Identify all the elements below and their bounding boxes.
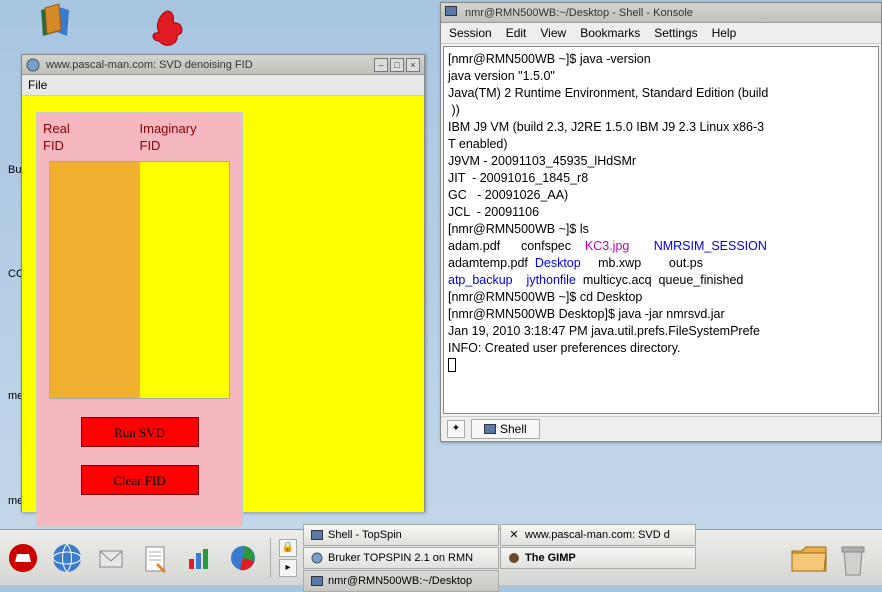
trash-launcher[interactable] xyxy=(836,541,878,575)
folder-launcher[interactable] xyxy=(788,541,830,575)
tab-shell[interactable]: Shell xyxy=(471,419,540,439)
gimp-icon xyxy=(507,551,521,565)
konsole-titlebar[interactable]: nmr@RMN500WB:~/Desktop - Shell - Konsole xyxy=(441,3,881,23)
fid-panel: Real FID Imaginary FID Run SVD Clear FID xyxy=(36,112,243,527)
run-svd-button[interactable]: Run SVD xyxy=(81,417,199,447)
task-list: Shell - TopSpin ✕ www.pascal-man.com: SV… xyxy=(303,524,782,592)
svd-menubar: File xyxy=(22,75,424,96)
terminal-icon xyxy=(310,528,324,542)
window-title: nmr@RMN500WB:~/Desktop - Shell - Konsole xyxy=(465,7,877,19)
imag-fid-label: Imaginary FID xyxy=(140,121,237,155)
menu-bookmarks[interactable]: Bookmarks xyxy=(580,26,640,40)
svd-titlebar[interactable]: www.pascal-man.com: SVD denoising FID – … xyxy=(22,55,424,75)
window-title: www.pascal-man.com: SVD denoising FID xyxy=(46,59,374,71)
start-menu-button[interactable] xyxy=(4,539,42,577)
editor-launcher[interactable] xyxy=(136,539,174,577)
menu-settings[interactable]: Settings xyxy=(654,26,697,40)
maximize-button[interactable]: □ xyxy=(390,58,404,72)
real-fid-area xyxy=(50,162,140,398)
terminal-output[interactable]: [nmr@RMN500WB ~]$ java -version java ver… xyxy=(443,46,879,414)
konsole-window: nmr@RMN500WB:~/Desktop - Shell - Konsole… xyxy=(440,2,882,442)
konsole-menubar: Session Edit View Bookmarks Settings Hel… xyxy=(441,23,881,44)
separator xyxy=(270,538,271,578)
minimize-button[interactable]: – xyxy=(374,58,388,72)
terminal-icon xyxy=(310,574,324,588)
task-konsole[interactable]: nmr@RMN500WB:~/Desktop xyxy=(303,570,499,592)
tray-buttons: 🔒 ▸ xyxy=(279,539,297,577)
globe-icon xyxy=(310,551,324,565)
terminal-cursor xyxy=(448,358,456,372)
clear-fid-button[interactable]: Clear FID xyxy=(81,465,199,495)
konsole-icon xyxy=(445,6,461,19)
arrow-button[interactable]: ▸ xyxy=(279,559,297,577)
browser-launcher[interactable] xyxy=(48,539,86,577)
task-shell-topspin[interactable]: Shell - TopSpin xyxy=(303,524,499,546)
fid-plot xyxy=(49,161,230,399)
mail-launcher[interactable] xyxy=(92,539,130,577)
new-tab-button[interactable]: ✦ xyxy=(447,420,465,438)
chart-launcher[interactable] xyxy=(180,539,218,577)
svd-window: www.pascal-man.com: SVD denoising FID – … xyxy=(21,54,425,512)
desktop-icon-pdf[interactable] xyxy=(145,5,193,53)
lock-button[interactable]: 🔒 xyxy=(279,539,297,557)
menu-help[interactable]: Help xyxy=(712,26,737,40)
terminal-icon xyxy=(484,424,496,434)
menu-file[interactable]: File xyxy=(28,78,47,92)
pie-launcher[interactable] xyxy=(224,539,262,577)
real-fid-label: Real FID xyxy=(43,121,140,155)
menu-view[interactable]: View xyxy=(540,26,566,40)
taskbar: 🔒 ▸ Shell - TopSpin ✕ www.pascal-man.com… xyxy=(0,529,882,585)
task-bruker-topspin[interactable]: Bruker TOPSPIN 2.1 on RMN xyxy=(303,547,499,569)
task-gimp[interactable]: The GIMP xyxy=(500,547,696,569)
menu-edit[interactable]: Edit xyxy=(506,26,527,40)
konsole-tabbar: ✦ Shell xyxy=(441,416,881,441)
close-button[interactable]: × xyxy=(406,58,420,72)
menu-session[interactable]: Session xyxy=(449,26,492,40)
task-pascal-svd[interactable]: ✕ www.pascal-man.com: SVD d xyxy=(500,524,696,546)
desktop-label: Bu xyxy=(8,164,21,176)
x-icon: ✕ xyxy=(507,528,521,542)
svd-body: Real FID Imaginary FID Run SVD Clear FID xyxy=(22,96,424,512)
app-icon xyxy=(26,58,42,72)
desktop-icon-books[interactable] xyxy=(35,2,83,50)
imag-fid-area xyxy=(140,162,230,398)
